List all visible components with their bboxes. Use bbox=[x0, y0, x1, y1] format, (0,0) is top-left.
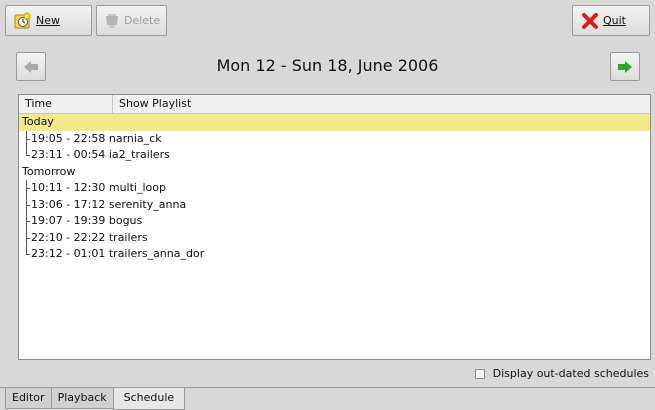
schedule-group-row[interactable]: Today bbox=[19, 114, 650, 131]
schedule-entry-row[interactable]: 10:11 - 12:30 multi_loop bbox=[19, 180, 650, 197]
schedule-list-header: Time Show Playlist bbox=[19, 95, 650, 114]
tab-editor[interactable]: Editor bbox=[5, 388, 52, 409]
new-schedule-icon bbox=[14, 12, 31, 28]
schedule-list[interactable]: Time Show Playlist Today 19:05 - 22:58 na… bbox=[18, 94, 651, 360]
arrow-right-icon bbox=[618, 60, 632, 73]
tree-branch bbox=[26, 188, 30, 189]
tree-branch bbox=[26, 138, 30, 140]
column-header-time[interactable]: Time bbox=[19, 95, 113, 113]
schedule-entry-text: 10:11 - 12:30 multi_loop bbox=[31, 181, 166, 194]
schedule-entry-text: 22:10 - 22:22 trailers bbox=[31, 230, 148, 244]
quit-button[interactable]: Quit bbox=[572, 5, 650, 36]
tree-line bbox=[26, 246, 27, 255]
schedule-entry-row[interactable]: 23:12 - 01:01 trailers_anna_dor bbox=[19, 246, 650, 263]
schedule-entry-row[interactable]: 13:06 - 17:12 serenity_anna bbox=[19, 196, 650, 213]
schedule-entry-text: 23:11 - 00:54 ia2_trailers bbox=[31, 148, 170, 161]
schedule-entry-text: 13:06 - 17:12 serenity_anna bbox=[31, 197, 187, 211]
week-title: Mon 12 - Sun 18, June 2006 bbox=[216, 56, 439, 75]
arrow-left-icon bbox=[24, 60, 38, 73]
schedule-group-row[interactable]: Tomorrow bbox=[19, 164, 650, 181]
outdated-option[interactable]: Display out-dated schedules bbox=[474, 367, 649, 380]
quit-button-label: Quit bbox=[603, 14, 626, 27]
schedule-entry-text: 23:12 - 01:01 trailers_anna_dor bbox=[31, 247, 205, 260]
tab-schedule[interactable]: Schedule bbox=[112, 388, 186, 410]
new-button-label: New bbox=[36, 14, 60, 27]
next-week-button[interactable] bbox=[610, 52, 640, 81]
schedule-entry-row[interactable]: 23:11 - 00:54 ia2_trailers bbox=[19, 147, 650, 164]
tree-branch bbox=[26, 155, 30, 156]
outdated-label: Display out-dated schedules bbox=[492, 367, 649, 380]
tree-branch bbox=[26, 254, 30, 255]
tree-branch bbox=[26, 221, 30, 222]
schedule-entry-row[interactable]: 19:07 - 19:39 bogus bbox=[19, 213, 650, 230]
delete-button[interactable]: Delete bbox=[96, 5, 167, 36]
previous-week-button[interactable] bbox=[16, 52, 46, 81]
schedule-entry-text: 19:05 - 22:58 narnia_ck bbox=[31, 131, 162, 145]
delete-icon bbox=[106, 13, 118, 28]
column-header-show-playlist[interactable]: Show Playlist bbox=[113, 95, 650, 113]
new-button[interactable]: New bbox=[5, 5, 92, 36]
delete-button-label: Delete bbox=[124, 14, 161, 27]
schedule-entry-row[interactable]: 22:10 - 22:22 trailers bbox=[19, 229, 650, 246]
outdated-checkbox[interactable] bbox=[474, 368, 485, 379]
tab-bar: Editor Playback Schedule bbox=[5, 388, 186, 410]
tab-playback[interactable]: Playback bbox=[50, 388, 114, 409]
tree-branch bbox=[26, 237, 30, 239]
schedule-rows: Today 19:05 - 22:58 narnia_ck 23:11 - 00:5… bbox=[19, 114, 650, 263]
schedule-entry-text: 19:07 - 19:39 bogus bbox=[31, 214, 143, 227]
tree-branch bbox=[26, 204, 30, 206]
schedule-entry-row[interactable]: 19:05 - 22:58 narnia_ck bbox=[19, 130, 650, 147]
tree-line bbox=[26, 147, 27, 156]
close-icon bbox=[582, 12, 598, 29]
